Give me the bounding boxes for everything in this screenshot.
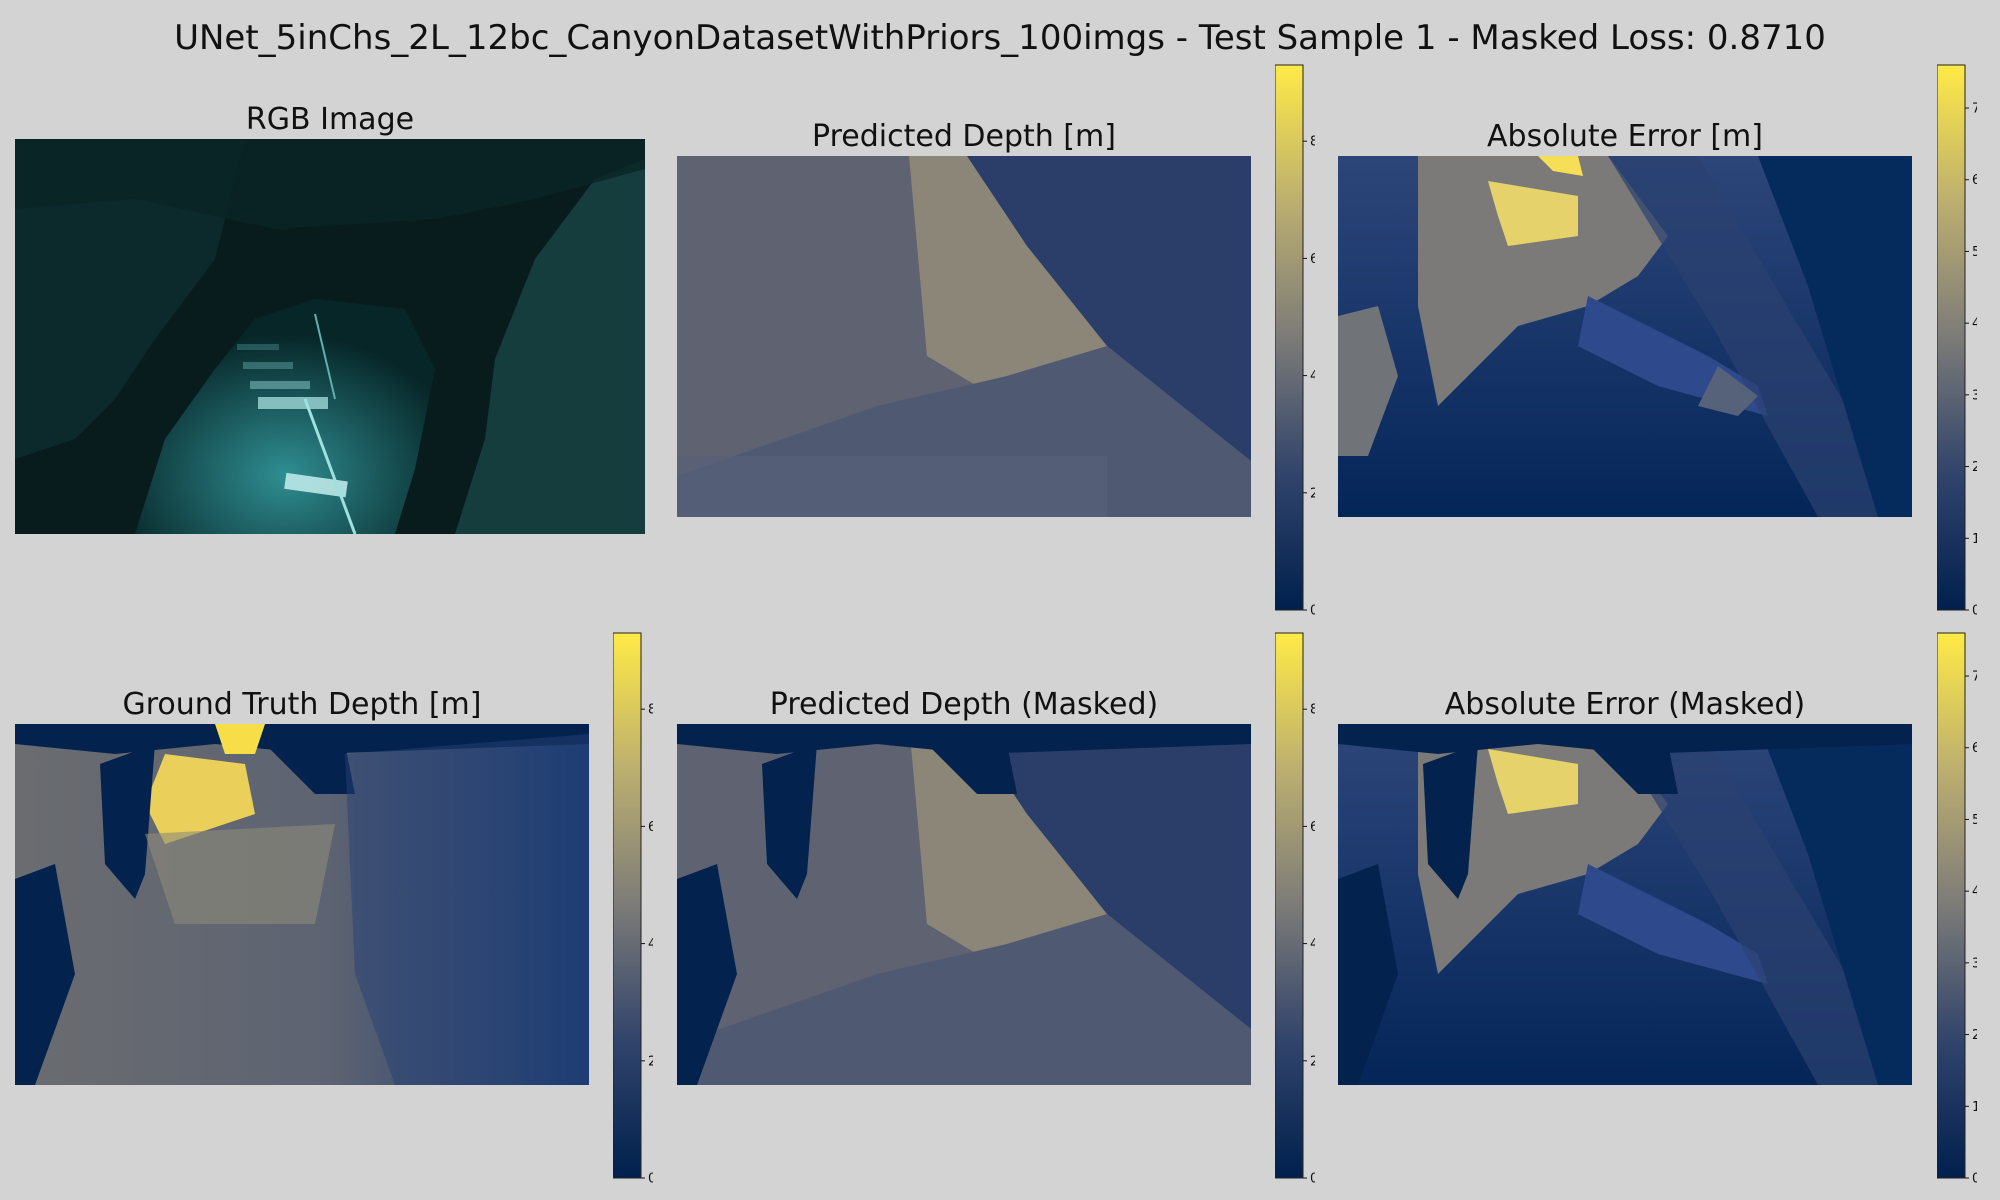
absolute-error-masked-heatmap [1338,724,1912,1085]
abs-err-masked-panel-title: Absolute Error (Masked) [1444,687,1806,722]
colorbar-tick-label: 6 [1310,820,1315,835]
colorbar-tick-label: 8 [1310,703,1315,718]
colorbar-tick-label: 4 [648,937,653,952]
colorbar-tick-label: 6 [1972,173,1977,188]
colorbar-tick-label: 3 [1972,388,1977,403]
colorbar-gradient [1937,632,1966,1179]
predicted-depth-colorbar: 0 2 4 6 8 [1275,64,1315,618]
predicted-depth-heatmap [677,156,1251,517]
predicted-depth-masked-heatmap [677,724,1251,1085]
colorbar-tick-label: 8 [648,703,653,718]
colorbar-tick-label: 2 [1972,460,1977,475]
ground-truth-depth-heatmap [15,724,589,1085]
colorbar-tick-label: 4 [1972,317,1977,332]
colorbar-tick-label: 2 [1310,486,1315,501]
colorbar-gradient [1275,64,1304,611]
colorbar-tick-label: 4 [1972,885,1977,900]
colorbar-tick-label: 6 [648,820,653,835]
colorbar-tick-label: 0 [1972,1172,1977,1187]
colorbar-tick-label: 1 [1972,532,1977,547]
colorbar-tick-label: 2 [1310,1054,1315,1069]
colorbar-gradient [1275,632,1304,1179]
colorbar-tick-label: 4 [1310,369,1315,384]
colorbar-tick-label: 0 [1310,1172,1315,1187]
colorbar-tick-label: 0 [648,1172,653,1187]
ground-truth-depth-colorbar: 0 2 4 6 8 [613,632,653,1186]
colorbar-tick-label: 4 [1310,937,1315,952]
pred-panel-title: Predicted Depth [m] [812,119,1116,154]
colorbar-tick-label: 5 [1972,813,1977,828]
colorbar-tick-label: 7 [1972,670,1977,685]
gt-panel-title: Ground Truth Depth [m] [122,687,482,722]
colorbar-tick-label: 0 [1310,604,1315,619]
colorbar-tick-label: 6 [1972,741,1977,756]
colorbar-tick-label: 8 [1310,135,1315,150]
colorbar-tick-label: 3 [1972,956,1977,971]
figure-title: UNet_5inChs_2L_12bc_CanyonDatasetWithPri… [174,18,1826,58]
abs-err-panel-title: Absolute Error [m] [1487,119,1763,154]
colorbar-gradient [1937,64,1966,611]
absolute-error-heatmap [1338,156,1912,517]
colorbar-tick-label: 6 [1310,252,1315,267]
rgb-image [15,139,645,534]
colorbar-gradient [613,632,642,1179]
colorbar-tick-label: 2 [1972,1028,1977,1043]
rgb-panel-title: RGB Image [245,102,415,137]
colorbar-tick-label: 0 [1972,604,1977,619]
colorbar-tick-label: 5 [1972,245,1977,260]
predicted-depth-masked-colorbar: 0 2 4 6 8 [1275,632,1315,1186]
absolute-error-masked-colorbar: 0 1 2 3 4 5 6 7 [1937,632,1977,1186]
colorbar-tick-label: 1 [1972,1100,1977,1115]
colorbar-tick-label: 7 [1972,102,1977,117]
pred-masked-panel-title: Predicted Depth (Masked) [769,687,1159,722]
absolute-error-colorbar: 0 1 2 3 4 5 6 7 [1937,64,1977,618]
colorbar-tick-label: 2 [648,1054,653,1069]
